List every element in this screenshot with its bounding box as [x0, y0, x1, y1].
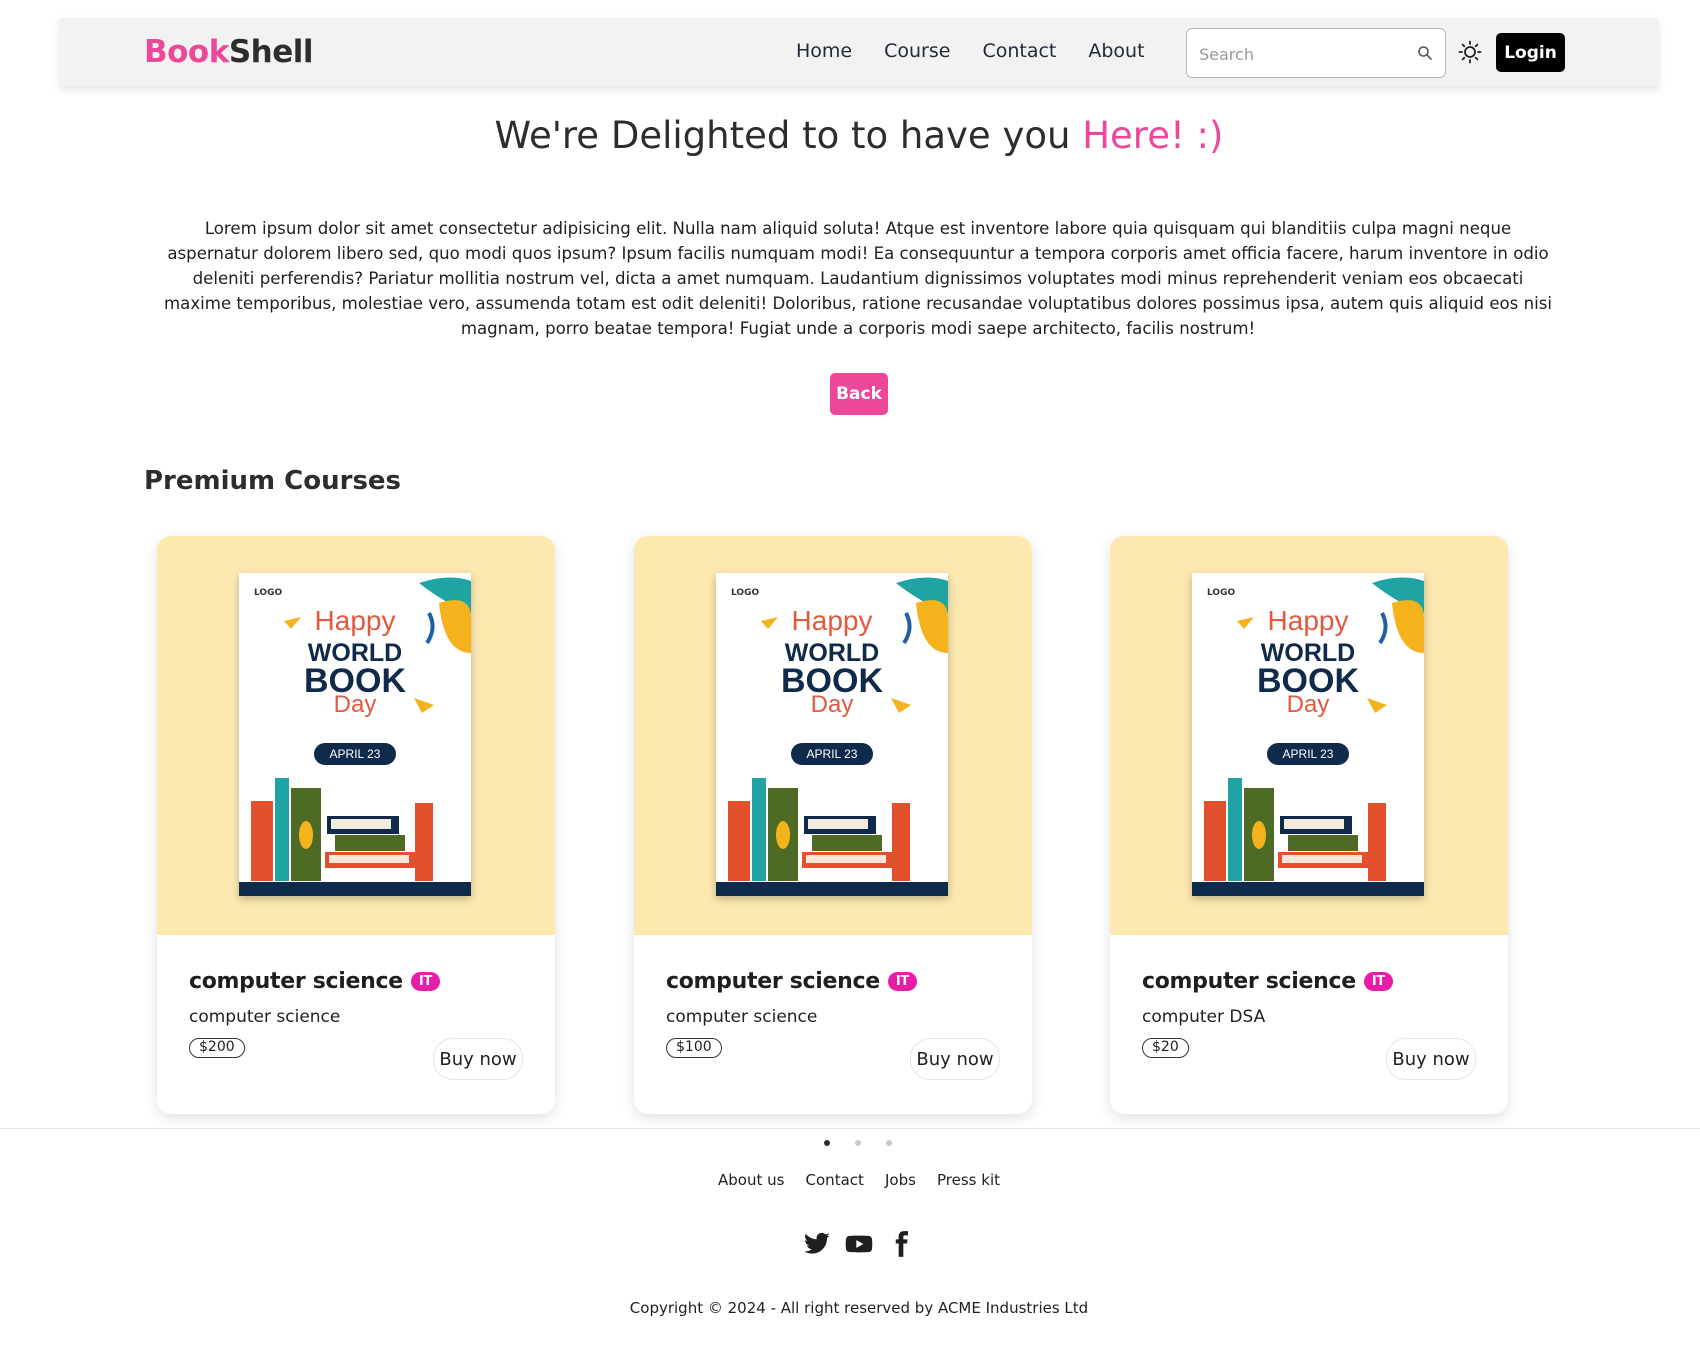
- footer-link-contact[interactable]: Contact: [806, 1171, 864, 1189]
- course-card-body: computer science IT computer science $200…: [157, 935, 555, 1114]
- course-card-body: computer science IT computer DSA $20 Buy …: [1110, 935, 1508, 1114]
- copyright-text: Copyright © 2024 - All right reserved by…: [629, 1299, 1089, 1317]
- course-price: $200: [189, 1038, 245, 1058]
- youtube-icon[interactable]: [845, 1230, 873, 1258]
- course-title: computer science IT: [1142, 969, 1393, 994]
- back-button[interactable]: Back: [830, 373, 888, 415]
- brand-part-2: Shell: [228, 34, 314, 70]
- course-card[interactable]: LOGO Happy WORLD BOOK Day APRIL 23 compu…: [157, 536, 555, 1114]
- course-card-body: computer science IT computer science $100…: [634, 935, 1032, 1114]
- navbar: BookShell Home Course Contact About Logi…: [60, 18, 1658, 86]
- carousel-dots: [824, 1138, 894, 1148]
- brand-part-1: Book: [144, 34, 229, 70]
- footer-divider: [0, 1128, 1700, 1129]
- nav-link-contact[interactable]: Contact: [982, 40, 1056, 62]
- course-poster-image: LOGO Happy WORLD BOOK Day APRIL 23: [239, 573, 471, 896]
- course-card-media: LOGO Happy WORLD BOOK Day APRIL 23: [157, 536, 555, 935]
- course-card[interactable]: LOGO Happy WORLD BOOK Day APRIL 23 compu…: [634, 536, 1032, 1114]
- course-price: $100: [666, 1038, 722, 1058]
- course-badge: IT: [1363, 972, 1393, 991]
- social-links: [803, 1230, 923, 1260]
- poster-date-text: APRIL 23: [1267, 743, 1349, 765]
- hero-title-main: We're Delighted to to have you: [494, 114, 1083, 157]
- nav-link-course[interactable]: Course: [884, 40, 950, 62]
- theme-toggle-sun-icon[interactable]: [1458, 40, 1482, 64]
- course-title-text: computer science: [666, 969, 880, 994]
- poster-logo-text: LOGO: [1207, 588, 1236, 598]
- nav-link-about[interactable]: About: [1088, 40, 1144, 62]
- course-card-media: LOGO Happy WORLD BOOK Day APRIL 23: [1110, 536, 1508, 935]
- footer-link-jobs[interactable]: Jobs: [885, 1171, 916, 1189]
- hero-title-accent: Here! :): [1082, 114, 1224, 157]
- carousel-dot-3[interactable]: [886, 1140, 892, 1146]
- poster-day-text: Day: [1286, 691, 1330, 718]
- hero-title: We're Delighted to to have you Here! :): [0, 114, 1700, 157]
- course-title: computer science IT: [189, 969, 440, 994]
- poster-day-text: Day: [333, 691, 377, 718]
- search-box: [1186, 28, 1446, 78]
- poster-logo-text: LOGO: [731, 588, 760, 598]
- course-badge: IT: [410, 972, 440, 991]
- search-icon[interactable]: [1417, 45, 1433, 61]
- course-title-text: computer science: [189, 969, 403, 994]
- course-subtitle: computer DSA: [1142, 1007, 1266, 1027]
- poster-day-text: Day: [810, 691, 854, 718]
- course-subtitle: computer science: [189, 1007, 341, 1027]
- buy-now-button[interactable]: Buy now: [433, 1038, 523, 1080]
- login-button[interactable]: Login: [1496, 33, 1565, 72]
- carousel-dot-1[interactable]: [824, 1140, 830, 1146]
- course-card-media: LOGO Happy WORLD BOOK Day APRIL 23: [634, 536, 1032, 935]
- course-card[interactable]: LOGO Happy WORLD BOOK Day APRIL 23 compu…: [1110, 536, 1508, 1114]
- nav-links: Home Course Contact About: [796, 40, 1177, 62]
- poster-date-text: APRIL 23: [314, 743, 396, 765]
- buy-now-button[interactable]: Buy now: [1386, 1038, 1476, 1080]
- search-input[interactable]: [1199, 41, 1399, 67]
- facebook-icon[interactable]: [887, 1230, 915, 1258]
- course-title: computer science IT: [666, 969, 917, 994]
- poster-happy-text: Happy: [1267, 605, 1349, 636]
- footer-links: About us Contact Jobs Press kit: [0, 1170, 1700, 1189]
- course-price: $20: [1142, 1038, 1189, 1058]
- footer-link-about-us[interactable]: About us: [718, 1171, 784, 1189]
- poster-date-text: APRIL 23: [791, 743, 873, 765]
- poster-happy-text: Happy: [791, 605, 873, 636]
- course-poster-image: LOGO Happy WORLD BOOK Day APRIL 23: [716, 573, 948, 896]
- poster-logo-text: LOGO: [254, 588, 283, 598]
- buy-now-button[interactable]: Buy now: [910, 1038, 1000, 1080]
- nav-link-home[interactable]: Home: [796, 40, 852, 62]
- course-poster-image: LOGO Happy WORLD BOOK Day APRIL 23: [1192, 573, 1424, 896]
- twitter-icon[interactable]: [803, 1230, 831, 1258]
- footer-link-press-kit[interactable]: Press kit: [937, 1171, 1000, 1189]
- brand-logo[interactable]: BookShell: [144, 34, 314, 70]
- section-title: Premium Courses: [144, 466, 402, 496]
- hero-text: Lorem ipsum dolor sit amet consectetur a…: [164, 219, 1552, 338]
- course-subtitle: computer science: [666, 1007, 818, 1027]
- poster-happy-text: Happy: [314, 605, 396, 636]
- course-title-text: computer science: [1142, 969, 1356, 994]
- carousel-dot-2[interactable]: [855, 1140, 861, 1146]
- course-badge: IT: [887, 972, 917, 991]
